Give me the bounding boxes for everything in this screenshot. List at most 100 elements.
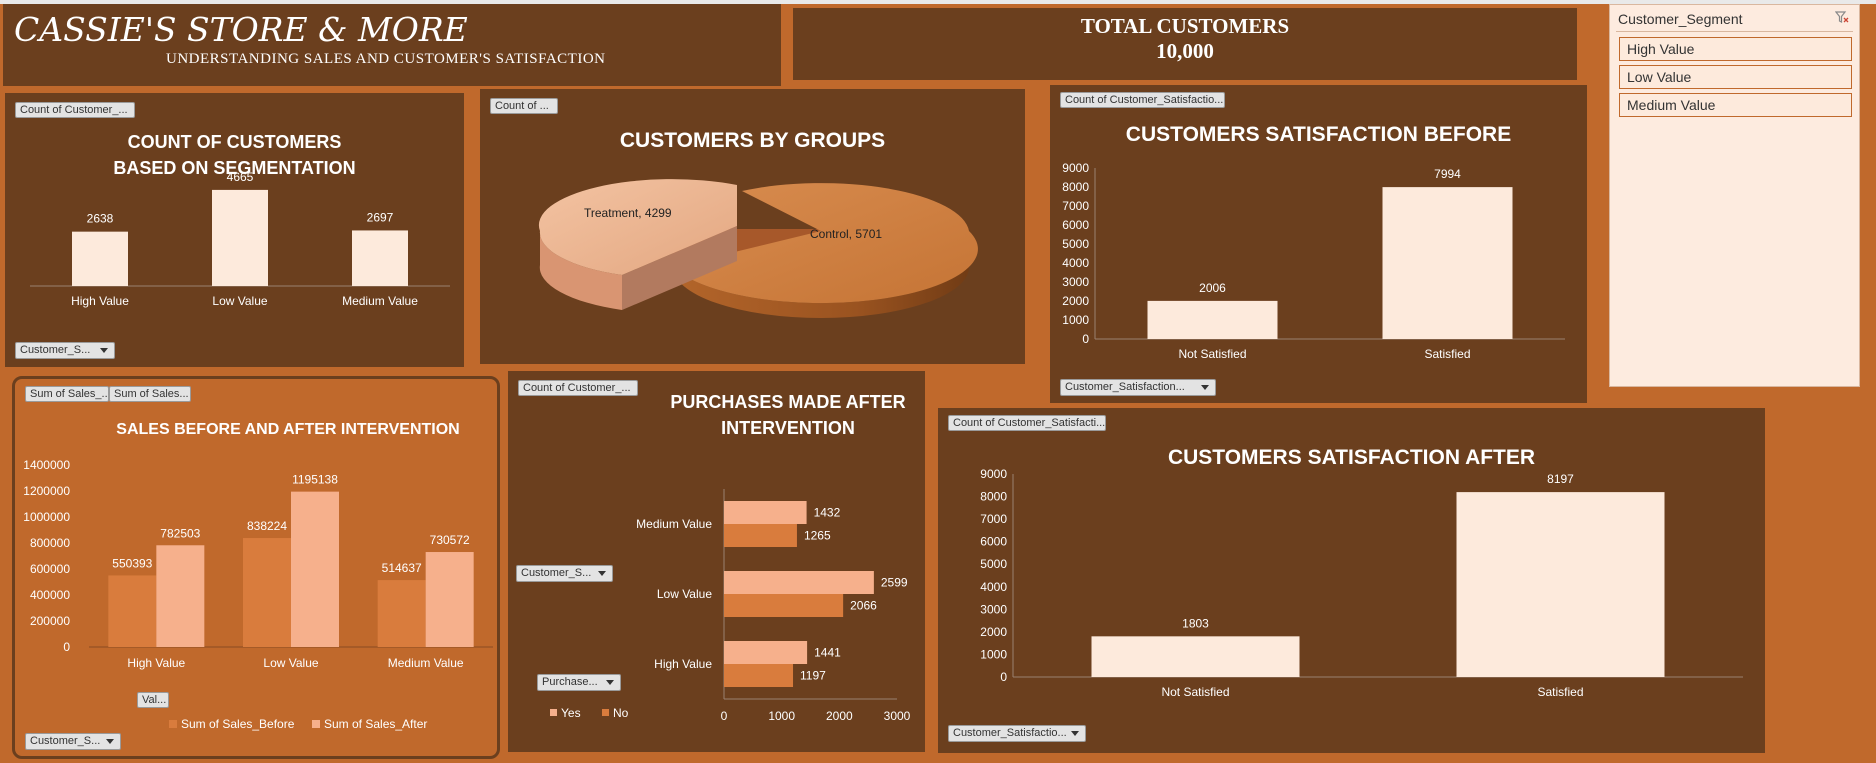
purchases-x-tick-label: 1000: [768, 709, 795, 723]
sat-before-y-tick-label: 0: [1082, 332, 1089, 346]
sat-after-bar: [1456, 492, 1665, 677]
sat-after-y-tick-label: 7000: [980, 512, 1007, 526]
groups-pie-chart: Treatment, 4299 Control, 5701: [538, 179, 978, 318]
purchases-legend-label: No: [613, 706, 629, 720]
sales-legend-swatch: [169, 720, 177, 728]
purchases-axis-label: Customer_S...: [521, 567, 592, 579]
sales-category-label: Low Value: [263, 656, 318, 670]
segmentation-category-label: High Value: [71, 294, 129, 308]
sat-after-category-label: Satisfied: [1537, 685, 1583, 699]
total-customers-value: 10,000: [1156, 39, 1214, 63]
segmentation-axis-label: Customer_S...: [20, 344, 91, 356]
slicer-item-medium-value[interactable]: Medium Value: [1619, 93, 1852, 117]
sales-data-label: 782503: [160, 526, 200, 540]
sat-after-category-label: Not Satisfied: [1161, 685, 1229, 699]
purchases-data-label: 1197: [800, 669, 826, 683]
segmentation-bar: [352, 230, 408, 286]
sat-before-category-label: Satisfied: [1424, 347, 1470, 361]
total-customers-panel: TOTAL CUSTOMERS 10,000: [793, 8, 1577, 80]
purchases-data-label: 1441: [814, 646, 841, 660]
sat-after-chart-panel: Count of Customer_Satisfacti... CUSTOMER…: [938, 408, 1765, 753]
purchases-data-label: 2599: [881, 576, 908, 590]
sat-before-data-label: 2006: [1199, 281, 1226, 295]
sat-before-y-tick-label: 5000: [1062, 237, 1089, 251]
sales-data-label: 550393: [112, 556, 152, 570]
sales-data-label: 838224: [247, 519, 287, 533]
segmentation-axis-field-button[interactable]: Customer_S...: [15, 342, 115, 359]
segmentation-category-label: Medium Value: [342, 294, 418, 308]
sat-before-axis-label: Customer_Satisfaction...: [1065, 381, 1185, 393]
slicer-divider: [1616, 31, 1853, 32]
sales-y-tick-label: 1400000: [23, 458, 70, 472]
purchases-legend-swatch: [550, 709, 557, 716]
purchases-x-tick-label: 2000: [826, 709, 853, 723]
sales-axis-field-button[interactable]: Customer_S...: [25, 733, 121, 750]
purchases-bar-yes: [724, 571, 874, 594]
sat-before-axis-field-button[interactable]: Customer_Satisfaction...: [1060, 379, 1216, 396]
sales-data-label: 1195138: [292, 473, 338, 487]
sat-after-y-tick-label: 2000: [980, 625, 1007, 639]
customer-segment-slicer: Customer_Segment High Value Low Value Me…: [1609, 4, 1860, 387]
slicer-item-high-value[interactable]: High Value: [1619, 37, 1852, 61]
sat-after-data-label: 1803: [1182, 616, 1209, 630]
purchases-bar-no: [724, 524, 797, 547]
clear-filter-icon[interactable]: [1834, 11, 1849, 27]
sales-values-field-button[interactable]: Val...: [137, 692, 169, 708]
purchases-legend-field-button[interactable]: Purchase...: [537, 674, 621, 691]
store-name: CASSIE'S STORE & MORE: [14, 10, 468, 49]
sales-legend-label: Sum of Sales_After: [324, 717, 427, 731]
purchases-bar-no: [724, 664, 794, 687]
sat-after-y-tick-label: 0: [1000, 670, 1007, 684]
sat-before-y-tick-label: 9000: [1062, 161, 1089, 175]
sales-y-tick-label: 400000: [30, 588, 70, 602]
purchases-axis-field-button[interactable]: Customer_S...: [516, 565, 613, 582]
sales-y-tick-label: 200000: [30, 614, 70, 628]
purchases-category-label: High Value: [654, 657, 712, 671]
sales-y-tick-label: 1200000: [23, 484, 70, 498]
segmentation-data-label: 2638: [87, 212, 114, 226]
purchases-bar-no: [724, 594, 844, 617]
dropdown-arrow-icon: [106, 739, 114, 744]
dropdown-arrow-icon: [598, 571, 606, 576]
sales-y-tick-label: 600000: [30, 562, 70, 576]
sales-data-label: 730572: [430, 533, 470, 547]
sat-after-y-tick-label: 6000: [980, 535, 1007, 549]
dropdown-arrow-icon: [1201, 385, 1209, 390]
purchases-legend-label: Yes: [561, 706, 581, 720]
purchases-chart: 0 1000 2000 3000 1432 1265 Medium Value 2599 206…: [550, 489, 911, 723]
sat-after-y-tick-label: 4000: [980, 580, 1007, 594]
sales-y-tick-label: 0: [63, 640, 70, 654]
header-panel: CASSIE'S STORE & MORE UNDERSTANDING SALE…: [3, 4, 781, 86]
segmentation-data-label: 4665: [227, 170, 254, 184]
sales-bar-after: [291, 491, 339, 647]
sat-after-axis-label: Customer_Satisfactio...: [953, 727, 1067, 739]
sat-after-axis-field-button[interactable]: Customer_Satisfactio...: [948, 725, 1086, 742]
purchases-data-label: 2066: [850, 599, 877, 613]
sales-data-label: 514637: [382, 561, 422, 575]
sales-bar-before: [377, 580, 426, 647]
sales-legend-label: Sum of Sales_Before: [181, 717, 295, 731]
purchases-data-label: 1265: [804, 529, 831, 543]
segmentation-bar: [212, 189, 268, 286]
segmentation-bar: [72, 231, 128, 286]
sales-bar-before: [108, 575, 157, 647]
sat-after-y-tick-label: 8000: [980, 490, 1007, 504]
sat-before-y-tick-label: 4000: [1062, 256, 1089, 270]
sat-before-y-tick-label: 3000: [1062, 275, 1089, 289]
sales-bar-after: [156, 545, 205, 647]
sales-legend-swatch: [312, 720, 320, 728]
sales-chart-panel: Sum of Sales_... Sum of Sales... SALES B…: [12, 376, 500, 759]
sales-category-label: Medium Value: [388, 656, 464, 670]
sat-after-data-label: 8197: [1547, 472, 1574, 486]
slicer-title: Customer_Segment: [1618, 11, 1743, 27]
sat-before-y-tick-label: 6000: [1062, 218, 1089, 232]
segmentation-data-label: 2697: [367, 210, 394, 224]
sales-category-label: High Value: [127, 656, 185, 670]
sat-before-chart: 0 1000 2000 3000 4000 5000 6000 7000 8000 9000 200…: [1062, 161, 1565, 361]
sat-before-bar: [1382, 187, 1513, 339]
pie-label-control: Control, 5701: [810, 227, 882, 241]
sales-axis-label: Customer_S...: [30, 735, 101, 747]
sat-before-y-tick-label: 8000: [1062, 180, 1089, 194]
purchases-bar-yes: [724, 641, 808, 664]
slicer-item-low-value[interactable]: Low Value: [1619, 65, 1852, 89]
